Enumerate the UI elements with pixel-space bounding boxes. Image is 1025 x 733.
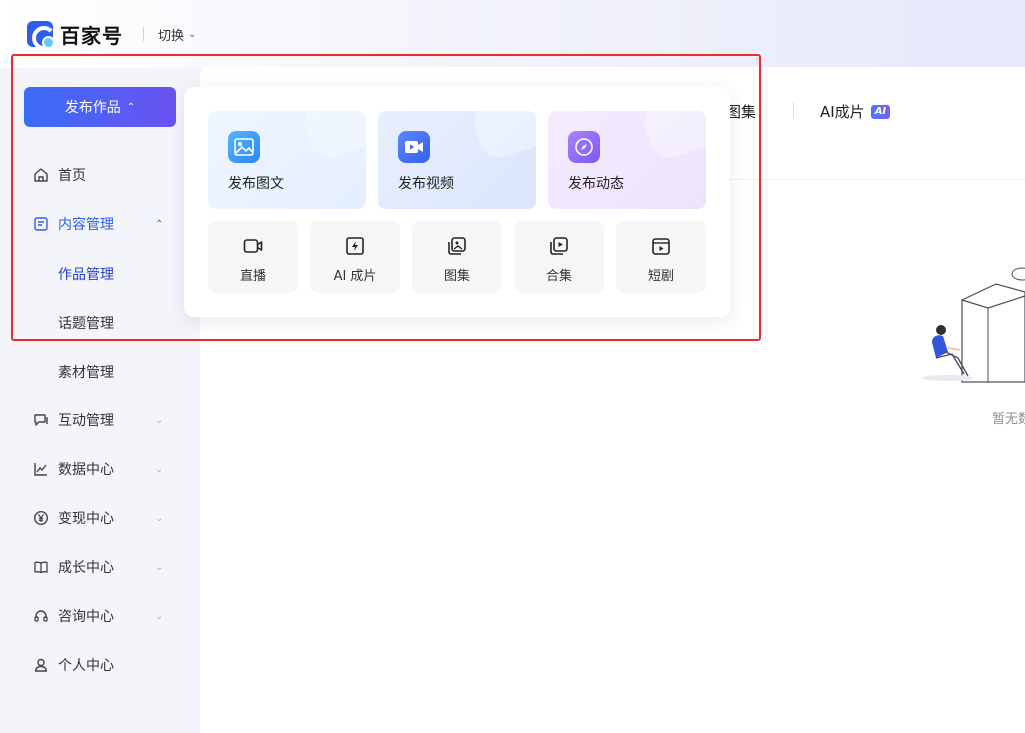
sidebar-item-label: 数据中心 [58,462,114,478]
collection-label: 合集 [545,269,572,284]
collection-icon [549,236,569,256]
home-icon [32,166,50,184]
chevron-down-icon: ⌄ [188,29,197,40]
sidebar-item-label: 成长中心 [58,560,114,576]
sidebar-item-home[interactable]: 首页 [0,155,200,195]
chevron-up-icon: ⌃ [155,218,164,230]
sidebar-item-data[interactable]: 数据中心 ⌄ [0,449,200,489]
publish-post-label: 发布动态 [568,176,624,192]
publish-gallery-option[interactable]: 图集 [412,221,502,293]
sidebar-item-label: 首页 [58,168,86,184]
chevron-down-icon: ⌄ [155,463,164,475]
sidebar-subitem-works[interactable]: 作品管理 [58,264,114,284]
sidebar-item-label: 咨询中心 [58,609,114,625]
sidebar-item-interaction[interactable]: 互动管理 ⌄ [0,400,200,440]
publish-collection-option[interactable]: 合集 [514,221,604,293]
chevron-down-icon: ⌄ [155,512,164,524]
ai-badge: AI [870,104,891,119]
chart-icon [32,460,50,478]
book-icon [32,558,50,576]
chevron-down-icon: ⌄ [155,414,164,426]
card-decoration [639,111,706,163]
short-drama-label: 短剧 [647,269,674,284]
top-header: 百家号 切换 ⌄ [0,0,1025,68]
gallery-icon [447,236,467,256]
publish-video-card[interactable]: 发布视频 [378,111,536,209]
video-icon [398,131,430,163]
chevron-down-icon: ⌄ [155,561,164,573]
chat-icon [32,411,50,429]
gallery-label: 图集 [443,269,470,284]
publish-ai-video-option[interactable]: AI 成片 [310,221,400,293]
sidebar-subitem-materials[interactable]: 素材管理 [58,362,114,382]
publish-article-label: 发布图文 [228,176,284,192]
sidebar-item-consult[interactable]: 咨询中心 ⌄ [0,596,200,636]
sidebar-item-label: 变现中心 [58,511,114,527]
live-camera-icon [243,236,263,256]
image-icon [228,131,260,163]
logo-text[interactable]: 百家号 [60,20,123,49]
card-decoration [299,111,366,163]
user-icon [32,656,50,674]
document-icon [32,215,50,233]
chevron-up-icon: ⌃ [126,101,136,113]
card-decoration [469,111,536,163]
sidebar-item-label: 个人中心 [58,658,114,674]
baijiahao-logo-icon[interactable] [27,21,56,50]
switch-account-button[interactable]: 切换 ⌄ [158,25,196,44]
publish-short-drama-option[interactable]: 短剧 [616,221,706,293]
header-divider [143,27,144,41]
tab-gallery[interactable]: 图集 [726,101,756,122]
tab-ai-video[interactable]: AI成片 AI [820,101,891,122]
compass-icon [568,131,600,163]
headset-icon [32,607,50,625]
live-label: 直播 [239,269,266,284]
tab-ai-label: AI成片 [820,103,865,121]
ai-video-label: AI 成片 [333,269,377,284]
tab-divider [793,102,794,118]
sidebar-subitem-topics[interactable]: 话题管理 [58,313,114,333]
sidebar-item-content[interactable]: 内容管理 ⌃ [0,204,200,244]
sidebar-item-label: 互动管理 [58,413,114,429]
yen-icon [32,509,50,527]
publish-post-card[interactable]: 发布动态 [548,111,706,209]
publish-live-option[interactable]: 直播 [208,221,298,293]
publish-article-card[interactable]: 发布图文 [208,111,366,209]
empty-state-text: 暂无数 [992,412,1025,427]
switch-label: 切换 [158,29,185,44]
sidebar-item-monetize[interactable]: 变现中心 ⌄ [0,498,200,538]
empty-state-illustration [922,267,1025,383]
sidebar-item-growth[interactable]: 成长中心 ⌄ [0,547,200,587]
ai-flash-icon [345,236,365,256]
sidebar-item-label: 内容管理 [58,217,114,233]
publish-video-label: 发布视频 [398,176,454,192]
short-drama-icon [651,236,671,256]
publish-button-label: 发布作品 [64,100,121,116]
sidebar-item-profile[interactable]: 个人中心 [0,645,200,685]
chevron-down-icon: ⌄ [155,610,164,622]
publish-work-button[interactable]: 发布作品 ⌃ [24,87,176,127]
